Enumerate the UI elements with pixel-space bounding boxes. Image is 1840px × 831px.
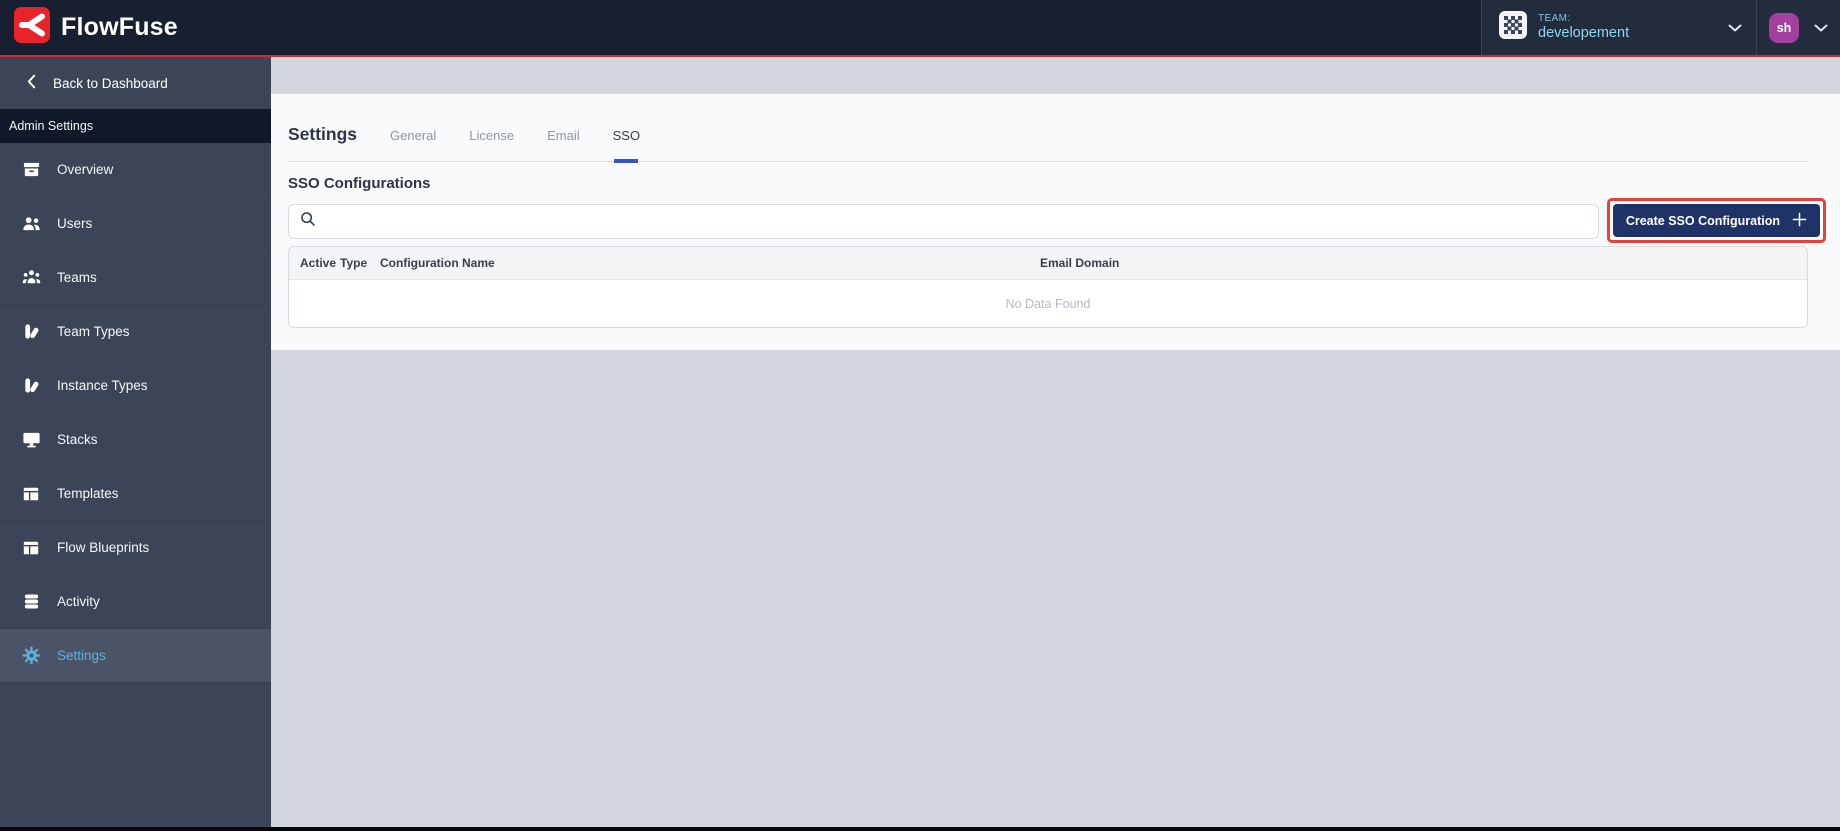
team-texts: TEAM: developement [1538,13,1629,41]
sidebar-item-activity[interactable]: Activity [0,575,271,629]
sidebar-item-label: Activity [57,594,100,609]
tabs-header: Settings General License Email SSO [288,94,1808,162]
annotation-highlight: Create SSO Configuration [1606,198,1826,243]
user-group-icon [21,268,41,288]
flowfuse-logo-icon [14,7,50,48]
tab-sso[interactable]: SSO [613,128,640,144]
column-header-email-domain: Email Domain [1040,256,1120,270]
search-icon [299,210,317,233]
team-label: TEAM: [1538,13,1571,25]
team-name: developement [1538,24,1630,41]
header-red-divider [0,55,1840,57]
page-title: Settings [288,124,358,144]
plus-icon [1792,212,1807,230]
pills-icon [21,376,41,396]
team-identicon [1499,11,1527,44]
tab-license[interactable]: License [469,128,514,144]
user-menu[interactable]: sh [1757,0,1840,55]
sidebar-item-templates[interactable]: Templates [0,467,271,521]
sso-controls-row: Create SSO Configuration [288,198,1826,243]
team-selector[interactable]: TEAM: developement [1482,0,1757,55]
archive-box-icon [21,160,41,180]
database-icon [21,592,41,612]
section-title: SSO Configurations [288,175,431,192]
users-icon [21,214,41,234]
table-header-row: Active Type Configuration Name Email Dom… [289,247,1807,280]
sidebar-item-label: Stacks [57,432,98,447]
flowfuse-admin-app: FlowFuse TEAM: developement sh Back to D… [0,0,1840,831]
sidebar-item-instance-types[interactable]: Instance Types [0,359,271,413]
desktop-icon [21,430,41,450]
column-header-configuration-name: Configuration Name [380,256,495,270]
search-box [288,204,1599,239]
pills-icon [21,322,41,342]
sso-configurations-table: Active Type Configuration Name Email Dom… [288,246,1808,328]
back-label: Back to Dashboard [53,75,168,91]
back-to-dashboard-button[interactable]: Back to Dashboard [0,57,271,109]
tab-email[interactable]: Email [547,128,580,144]
sidebar-item-overview[interactable]: Overview [0,143,271,197]
sidebar-item-label: Users [57,216,93,231]
search-input[interactable] [326,214,1588,229]
brand-logo[interactable]: FlowFuse [0,7,178,48]
sidebar-item-users[interactable]: Users [0,197,271,251]
top-header: FlowFuse TEAM: developement sh [0,0,1840,55]
admin-settings-section-label: Admin Settings [0,109,271,143]
create-button-label: Create SSO Configuration [1625,213,1780,228]
chevron-left-icon [27,74,36,92]
header-right-group: TEAM: developement sh [1481,0,1840,55]
sidebar-item-settings[interactable]: Settings [0,629,271,683]
table-layout-icon [21,484,41,504]
sidebar-item-label: Team Types [57,324,130,339]
gear-icon [21,646,41,666]
chevron-down-icon [1728,19,1742,37]
main-content: Settings General License Email SSO SSO C… [271,57,1840,831]
sidebar-item-teams[interactable]: Teams [0,251,271,305]
sidebar-item-label: Settings [57,648,106,663]
sidebar-item-stacks[interactable]: Stacks [0,413,271,467]
sidebar-item-team-types[interactable]: Team Types [0,305,271,359]
tab-general[interactable]: General [390,128,436,144]
create-sso-configuration-button[interactable]: Create SSO Configuration [1612,204,1820,237]
settings-panel: Settings General License Email SSO SSO C… [271,94,1840,350]
avatar: sh [1769,12,1799,43]
brand-name: FlowFuse [61,13,178,41]
sidebar-item-label: Templates [57,486,119,501]
sidebar-item-label: Flow Blueprints [57,540,150,555]
chevron-down-icon [1814,19,1828,37]
bottom-edge-bar [0,827,1840,831]
column-header-type: Type [340,256,368,270]
sidebar-item-label: Instance Types [57,378,148,393]
table-layout-icon [21,538,41,558]
sidebar-item-flow-blueprints[interactable]: Flow Blueprints [0,521,271,575]
sidebar-item-label: Overview [57,162,114,177]
empty-state-text: No Data Found [1005,296,1091,311]
sidebar: Back to Dashboard Admin Settings Overvie… [0,57,271,831]
sidebar-item-label: Teams [57,270,97,285]
column-header-active: Active [300,256,337,270]
